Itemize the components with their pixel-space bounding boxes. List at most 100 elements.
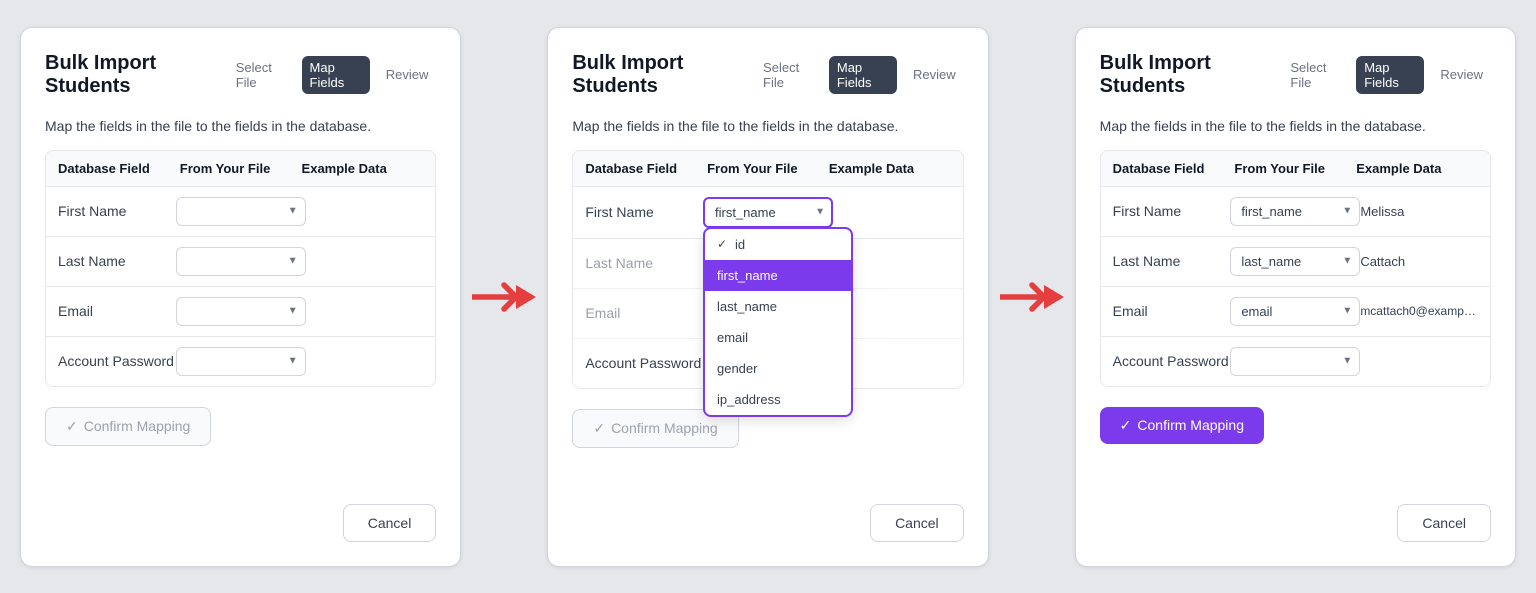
panel-2-steps: Select File Map Fields Review [755, 56, 964, 94]
field-first-name-3: First Name [1113, 203, 1231, 219]
row-first-name-3: First Name first_name ▼ Melissa [1101, 187, 1490, 237]
panel-3-title: Bulk Import Students [1100, 52, 1283, 98]
confirm-btn-label-2: Confirm Mapping [611, 420, 718, 436]
select-account-password-3-wrapper: ▼ [1230, 347, 1360, 376]
step-review-3: Review [1432, 63, 1491, 86]
field-last-name-3: Last Name [1113, 253, 1231, 269]
dropdown-item-last-name[interactable]: last_name [705, 291, 851, 322]
col-from-file-1: From Your File [180, 161, 302, 176]
select-account-password-1[interactable] [176, 347, 306, 376]
confirm-btn-label-3: Confirm Mapping [1137, 417, 1244, 433]
row-email-3: Email email ▼ mcattach0@example.edukits.… [1101, 287, 1490, 337]
field-account-password-1: Account Password [58, 353, 176, 369]
row-account-password-3: Account Password ▼ [1101, 337, 1490, 386]
confirm-btn-label-1: Confirm Mapping [84, 418, 191, 434]
panel-3: Bulk Import Students Select File Map Fie… [1075, 27, 1516, 567]
example-first-name-3: Melissa [1360, 204, 1478, 219]
select-first-name-1[interactable] [176, 197, 306, 226]
row-last-name-3: Last Name last_name ▼ Cattach [1101, 237, 1490, 287]
panel-1-table-rows: First Name ▼ Last Name ▼ Email [45, 187, 436, 387]
select-account-password-1-wrapper: ▼ [176, 347, 306, 376]
col-example-2: Example Data [829, 161, 951, 176]
field-last-name-2: Last Name [585, 255, 703, 271]
field-first-name-2: First Name [585, 204, 703, 220]
check-icon-2: ✓ [593, 420, 605, 437]
select-email-3[interactable]: email [1230, 297, 1360, 326]
select-last-name-3-wrapper: last_name ▼ [1230, 247, 1360, 276]
step-map-fields-3: Map Fields [1356, 56, 1424, 94]
select-email-1[interactable] [176, 297, 306, 326]
panel-2-title: Bulk Import Students [572, 52, 755, 98]
arrow-2 [997, 277, 1067, 317]
field-email-2: Email [585, 305, 703, 321]
row-last-name-1: Last Name ▼ [46, 237, 435, 287]
panel-1-table-header: Database Field From Your File Example Da… [45, 150, 436, 187]
confirm-mapping-btn-1[interactable]: ✓ Confirm Mapping [45, 407, 211, 446]
select-email-1-wrapper: ▼ [176, 297, 306, 326]
panel-2-header: Bulk Import Students Select File Map Fie… [572, 52, 963, 98]
panel-2: Bulk Import Students Select File Map Fie… [547, 27, 988, 567]
dropdown-item-email[interactable]: email [705, 322, 851, 353]
step-review-1: Review [378, 63, 437, 86]
select-first-name-3[interactable]: first_name [1230, 197, 1360, 226]
panel-3-table-rows: First Name first_name ▼ Melissa Last Nam… [1100, 187, 1491, 387]
example-last-name-3: Cattach [1360, 254, 1478, 269]
panel-1-title: Bulk Import Students [45, 52, 228, 98]
row-email-1: Email ▼ [46, 287, 435, 337]
field-last-name-1: Last Name [58, 253, 176, 269]
panel-1: Bulk Import Students Select File Map Fie… [20, 27, 461, 567]
col-db-field-3: Database Field [1113, 161, 1235, 176]
select-first-name-2[interactable]: id first_name last_name email gender ip_… [703, 197, 833, 228]
field-email-3: Email [1113, 303, 1231, 319]
row-first-name-1: First Name ▼ [46, 187, 435, 237]
panel-3-description: Map the fields in the file to the fields… [1100, 118, 1491, 134]
step-select-file-3: Select File [1282, 56, 1348, 94]
step-review-2: Review [905, 63, 964, 86]
check-icon-3: ✓ [1120, 417, 1132, 434]
dropdown-overlay-2: id first_name last_name email gender ip_… [703, 227, 853, 417]
panel-1-steps: Select File Map Fields Review [228, 56, 437, 94]
select-last-name-1[interactable] [176, 247, 306, 276]
cancel-btn-3[interactable]: Cancel [1397, 504, 1491, 542]
select-first-name-2-wrapper: id first_name last_name email gender ip_… [703, 197, 833, 228]
row-account-password-1: Account Password ▼ [46, 337, 435, 386]
panel-3-table-header: Database Field From Your File Example Da… [1100, 150, 1491, 187]
cancel-btn-1[interactable]: Cancel [343, 504, 437, 542]
panel-2-description: Map the fields in the file to the fields… [572, 118, 963, 134]
confirm-mapping-btn-3[interactable]: ✓ Confirm Mapping [1100, 407, 1264, 444]
check-icon-1: ✓ [66, 418, 78, 435]
dropdown-item-id[interactable]: id [705, 229, 851, 260]
col-example-3: Example Data [1356, 161, 1478, 176]
col-from-file-2: From Your File [707, 161, 829, 176]
dropdown-item-gender[interactable]: gender [705, 353, 851, 384]
panel-2-table-header: Database Field From Your File Example Da… [572, 150, 963, 187]
col-db-field-1: Database Field [58, 161, 180, 176]
select-first-name-1-wrapper: ▼ [176, 197, 306, 226]
field-email-1: Email [58, 303, 176, 319]
col-from-file-3: From Your File [1234, 161, 1356, 176]
field-first-name-1: First Name [58, 203, 176, 219]
step-select-file-2: Select File [755, 56, 821, 94]
field-account-password-3: Account Password [1113, 353, 1231, 369]
col-example-1: Example Data [302, 161, 424, 176]
step-map-fields-2: Map Fields [829, 56, 897, 94]
step-select-file-1: Select File [228, 56, 294, 94]
panel-2-table-rows: First Name id first_name last_name email… [572, 187, 963, 389]
panel-1-description: Map the fields in the file to the fields… [45, 118, 436, 134]
arrow-1 [469, 277, 539, 317]
select-last-name-1-wrapper: ▼ [176, 247, 306, 276]
panel-3-header: Bulk Import Students Select File Map Fie… [1100, 52, 1491, 98]
select-account-password-3[interactable] [1230, 347, 1360, 376]
field-account-password-2: Account Password [585, 355, 703, 371]
dropdown-item-ip-address[interactable]: ip_address [705, 384, 851, 415]
col-db-field-2: Database Field [585, 161, 707, 176]
dropdown-container-2: id first_name last_name email gender ip_… [703, 197, 833, 228]
step-map-fields-1: Map Fields [302, 56, 370, 94]
cancel-btn-2[interactable]: Cancel [870, 504, 964, 542]
select-last-name-3[interactable]: last_name [1230, 247, 1360, 276]
panel-1-header: Bulk Import Students Select File Map Fie… [45, 52, 436, 98]
select-email-3-wrapper: email ▼ [1230, 297, 1360, 326]
example-email-3: mcattach0@example.edukits.co [1360, 304, 1478, 318]
select-first-name-3-wrapper: first_name ▼ [1230, 197, 1360, 226]
dropdown-item-first-name[interactable]: first_name [705, 260, 851, 291]
